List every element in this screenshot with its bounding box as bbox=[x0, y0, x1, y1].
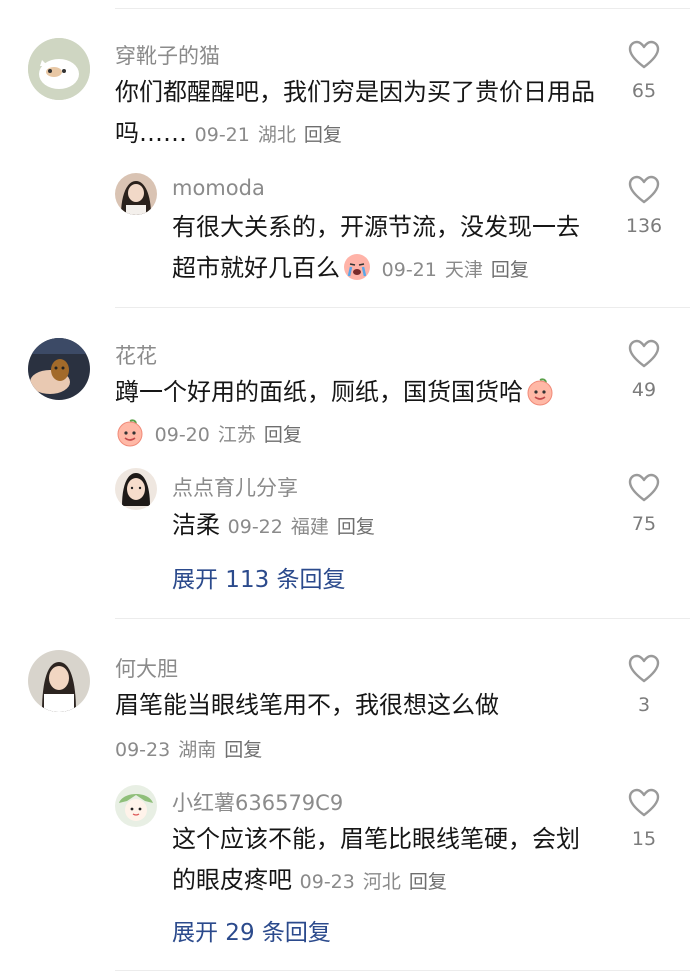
reply-author[interactable]: 点点育儿分享 bbox=[172, 472, 298, 502]
divider bbox=[115, 618, 690, 619]
comment-text-content: 你们都醒醒吧，我们穷是因为买了贵价日用品吗…… bbox=[115, 78, 595, 147]
divider bbox=[115, 307, 690, 308]
crying-face-emoji bbox=[344, 254, 370, 280]
reply-text-content: 洁柔 bbox=[172, 511, 220, 539]
avatar[interactable] bbox=[28, 38, 90, 100]
comment-text-content: 蹲一个好用的面纸，厕纸，国货国货哈 bbox=[115, 378, 523, 406]
avatar-hand-image bbox=[28, 338, 90, 400]
like-count: 15 bbox=[631, 828, 657, 850]
comment-meta: 09-23 湖南 回复 bbox=[115, 735, 270, 762]
reply-text: 有很大关系的，开源节流，没发现一去超市就好几百么 09-21 天津 回复 bbox=[172, 207, 592, 291]
comment-date: 09-21 bbox=[194, 124, 250, 146]
divider bbox=[115, 970, 690, 971]
comment-text: 蹲一个好用的面纸，厕纸，国货国货哈 09-20 江苏 回复 bbox=[115, 372, 615, 456]
heart-outline-icon[interactable] bbox=[628, 788, 660, 818]
comment-region: 湖南 bbox=[178, 739, 217, 761]
reply-meta: 09-22 福建 回复 bbox=[228, 516, 383, 538]
comment-author[interactable]: 穿靴子的猫 bbox=[115, 40, 220, 70]
comment-region: 江苏 bbox=[217, 424, 256, 446]
like-count: 3 bbox=[637, 694, 651, 716]
like-count: 136 bbox=[625, 215, 663, 237]
comment-meta: 09-21 湖北 回复 bbox=[195, 124, 350, 146]
avatar-girl-image bbox=[115, 173, 157, 215]
like-count: 49 bbox=[631, 379, 657, 401]
reply-region: 福建 bbox=[290, 516, 329, 538]
avatar[interactable] bbox=[115, 785, 157, 827]
reply-button[interactable]: 回复 bbox=[491, 259, 529, 281]
peach-smile-emoji bbox=[117, 419, 143, 447]
comment-text-content: 眉笔能当眼线笔用不，我很想这么做 bbox=[115, 691, 499, 719]
reply-region: 河北 bbox=[362, 871, 401, 893]
reply-button[interactable]: 回复 bbox=[224, 739, 262, 761]
avatar-person-image bbox=[28, 650, 90, 712]
reply-date: 09-23 bbox=[299, 871, 355, 893]
avatar[interactable] bbox=[28, 650, 90, 712]
expand-replies-button[interactable]: 展开 29 条回复 bbox=[172, 913, 331, 947]
peach-smile-emoji bbox=[527, 378, 553, 406]
avatar[interactable] bbox=[115, 173, 157, 215]
reply-region: 天津 bbox=[444, 259, 483, 281]
reply-text: 洁柔 09-22 福建 回复 bbox=[172, 505, 592, 548]
reply-date: 09-22 bbox=[227, 516, 283, 538]
avatar-cat-image bbox=[28, 38, 90, 100]
like-count: 75 bbox=[631, 513, 657, 535]
comment-date: 09-23 bbox=[115, 739, 171, 761]
heart-outline-icon[interactable] bbox=[628, 473, 660, 503]
heart-outline-icon[interactable] bbox=[628, 40, 660, 70]
reply-date: 09-21 bbox=[381, 259, 437, 281]
avatar-cartoon-image bbox=[115, 785, 157, 827]
avatar[interactable] bbox=[28, 338, 90, 400]
reply-button[interactable]: 回复 bbox=[409, 871, 447, 893]
comment-author[interactable]: 花花 bbox=[115, 340, 157, 370]
heart-outline-icon[interactable] bbox=[628, 175, 660, 205]
heart-outline-icon[interactable] bbox=[628, 654, 660, 684]
reply-button[interactable]: 回复 bbox=[264, 424, 302, 446]
reply-button[interactable]: 回复 bbox=[304, 124, 342, 146]
comment-text: 眉笔能当眼线笔用不，我很想这么做 bbox=[115, 685, 615, 726]
reply-button[interactable]: 回复 bbox=[337, 516, 375, 538]
avatar[interactable] bbox=[115, 468, 157, 510]
reply-author[interactable]: 小红薯636579C9 bbox=[172, 787, 343, 817]
reply-text: 这个应该不能，眉笔比眼线笔硬，会划的眼皮疼吧 09-23 河北 回复 bbox=[172, 819, 592, 903]
comment-meta: 09-20 江苏 回复 bbox=[155, 424, 310, 446]
divider bbox=[115, 8, 690, 9]
comment-region: 湖北 bbox=[257, 124, 296, 146]
reply-meta: 09-23 河北 回复 bbox=[300, 871, 455, 893]
comment-text: 你们都醒醒吧，我们穷是因为买了贵价日用品吗…… 09-21 湖北 回复 bbox=[115, 72, 615, 156]
heart-outline-icon[interactable] bbox=[628, 339, 660, 369]
reply-meta: 09-21 天津 回复 bbox=[382, 259, 537, 281]
comment-date: 09-20 bbox=[154, 424, 210, 446]
reply-author[interactable]: momoda bbox=[172, 176, 265, 200]
comment-author[interactable]: 何大胆 bbox=[115, 653, 178, 683]
expand-replies-button[interactable]: 展开 113 条回复 bbox=[172, 560, 346, 594]
avatar-woman-image bbox=[115, 468, 157, 510]
like-count: 65 bbox=[631, 80, 657, 102]
